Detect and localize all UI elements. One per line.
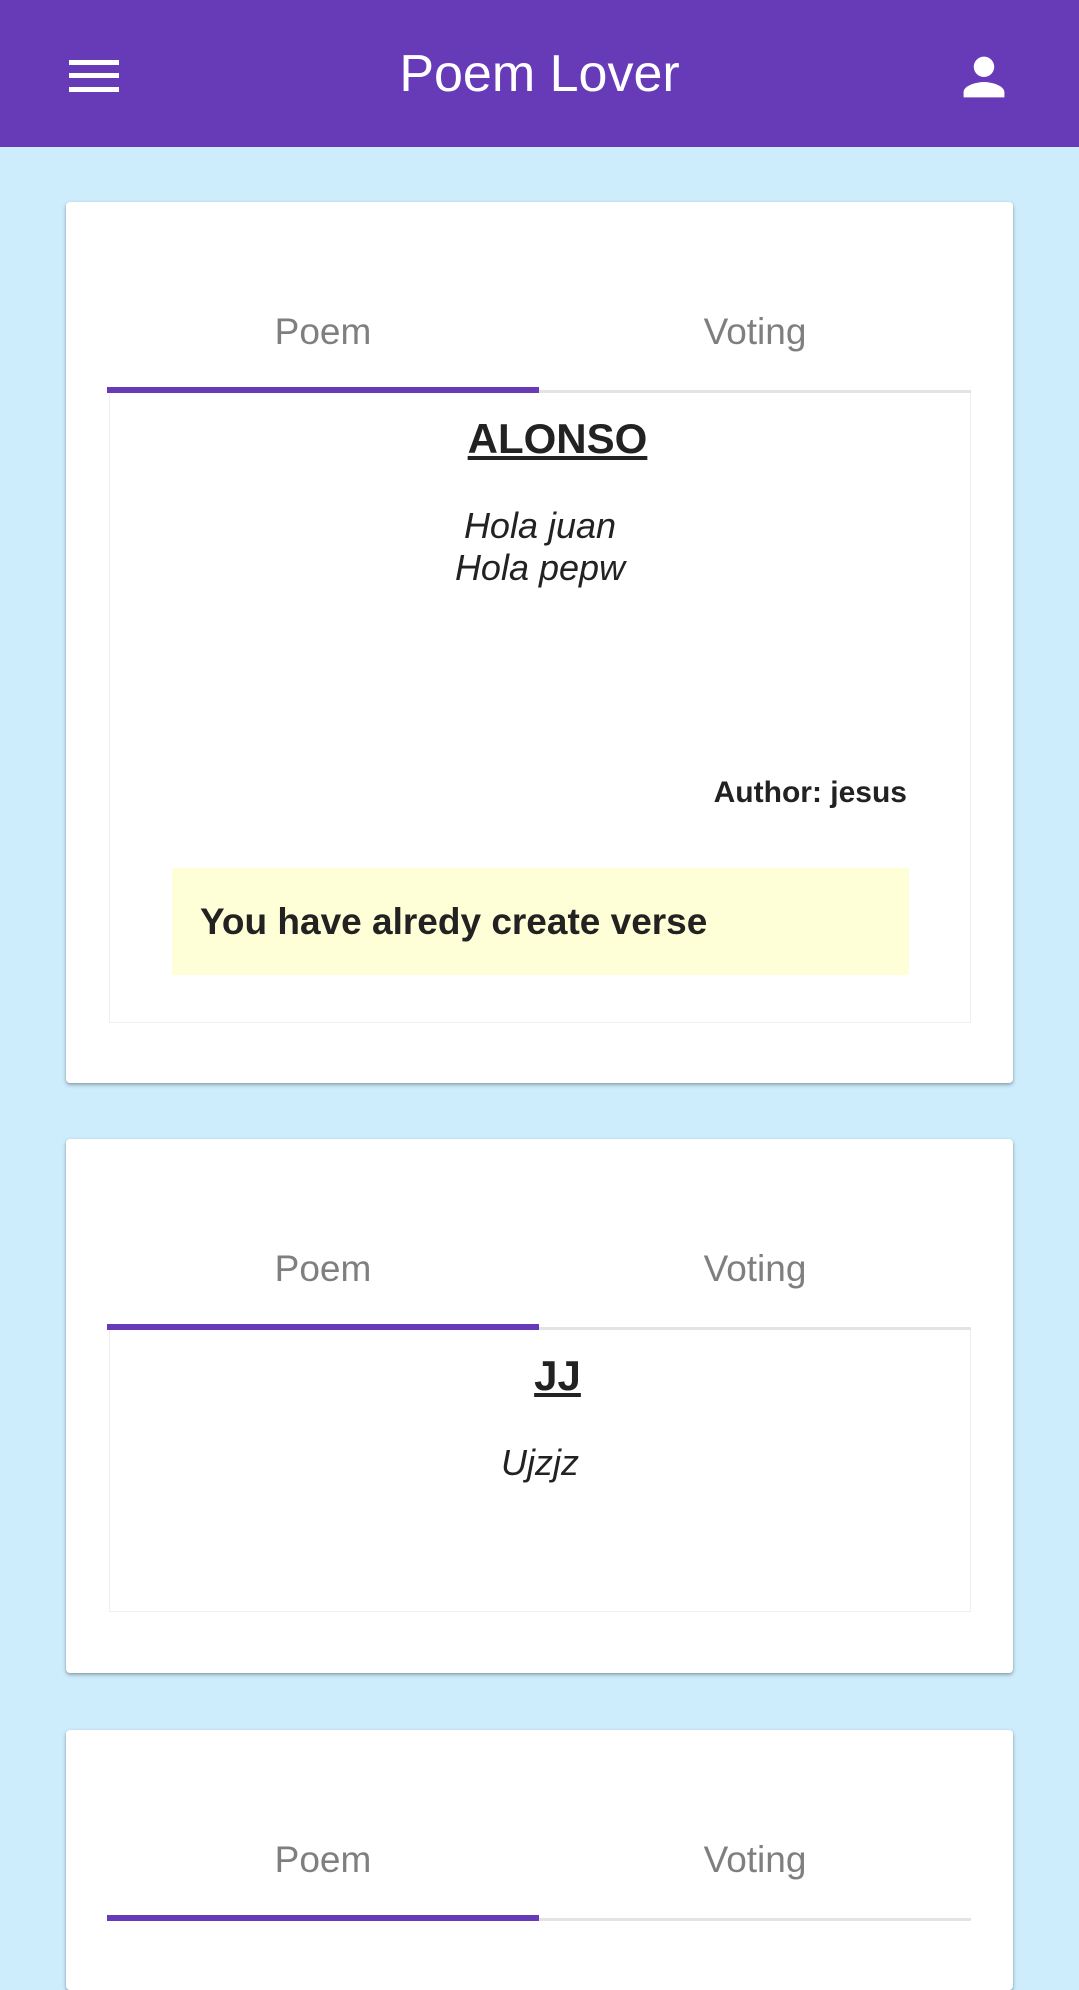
poem-card: Poem Voting JJ Ujzjz xyxy=(66,1139,1013,1673)
tab-voting[interactable]: Voting xyxy=(539,271,971,393)
tab-bar: Poem Voting xyxy=(107,1799,971,1921)
tab-poem[interactable]: Poem xyxy=(107,1799,539,1921)
poem-title: ALONSO xyxy=(467,415,648,462)
tab-voting[interactable]: Voting xyxy=(539,1799,971,1921)
poem-author: Author: jesus xyxy=(713,776,907,809)
poem-panel: JJ Ujzjz xyxy=(109,1330,971,1612)
verse-notice: You have alredy create verse xyxy=(172,868,909,975)
tab-bar: Poem Voting xyxy=(107,271,971,393)
app-bar: Poem Lover xyxy=(0,0,1079,147)
verse-line: Hola pepw xyxy=(454,547,626,588)
account-icon[interactable] xyxy=(959,52,1009,102)
poem-card: Poem Voting xyxy=(66,1730,1013,1990)
poem-verses: Ujzjz xyxy=(110,1442,970,1484)
app-title: Poem Lover xyxy=(399,45,680,103)
tab-poem[interactable]: Poem xyxy=(107,1208,539,1330)
poem-verses: Hola juan Hola pepw xyxy=(110,505,970,589)
tab-bar: Poem Voting xyxy=(107,1208,971,1330)
poem-card: Poem Voting ALONSO Hola juan Hola pepw A… xyxy=(66,202,1013,1083)
tab-poem[interactable]: Poem xyxy=(107,271,539,393)
verse-line: Hola juan xyxy=(463,505,617,546)
poem-panel: ALONSO Hola juan Hola pepw Author: jesus… xyxy=(109,393,971,1023)
verse-line: Ujzjz xyxy=(501,1442,579,1483)
tab-indicator xyxy=(107,1915,539,1921)
poem-title: JJ xyxy=(534,1352,581,1399)
tab-voting[interactable]: Voting xyxy=(539,1208,971,1330)
